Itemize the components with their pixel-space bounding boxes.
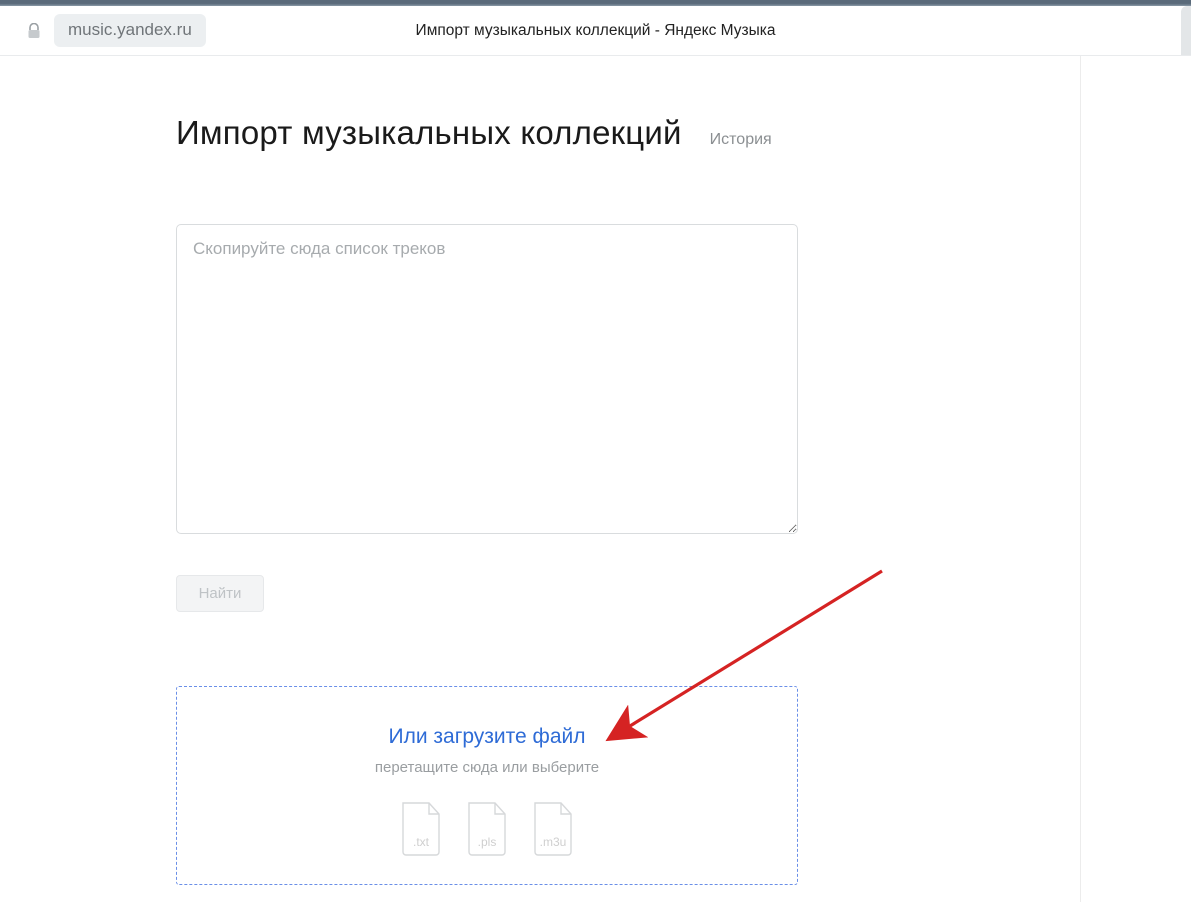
file-type-icon: .m3u: [531, 802, 575, 856]
file-type-icon: .pls: [465, 802, 509, 856]
content-right-border: [1080, 56, 1081, 902]
history-link[interactable]: История: [710, 131, 772, 149]
main-content: Импорт музыкальных коллекций История Най…: [0, 56, 1080, 885]
url-display[interactable]: music.yandex.ru: [54, 14, 206, 47]
page-title: Импорт музыкальных коллекций: [176, 114, 682, 152]
browser-address-bar: music.yandex.ru Импорт музыкальных колле…: [0, 6, 1191, 55]
dropzone-file-types: .txt .pls .m3u: [177, 802, 797, 856]
adjacent-tab-edge: [1181, 6, 1191, 55]
tab-title: Импорт музыкальных коллекций - Яндекс Му…: [416, 22, 776, 40]
file-dropzone[interactable]: Или загрузите файл перетащите сюда или в…: [176, 686, 798, 885]
dropzone-upload-link[interactable]: Или загрузите файл: [177, 725, 797, 749]
lock-icon: [22, 18, 46, 44]
dropzone-subtitle: перетащите сюда или выберите: [177, 759, 797, 776]
file-type-icon: .txt: [399, 802, 443, 856]
find-button[interactable]: Найти: [176, 575, 264, 612]
tracks-textarea[interactable]: [176, 224, 798, 534]
